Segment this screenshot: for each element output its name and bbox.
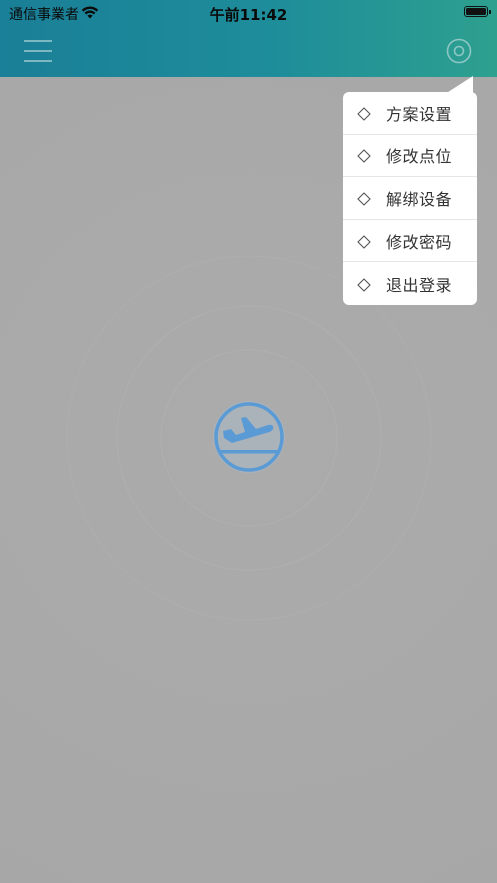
- diamond-icon: [357, 277, 371, 292]
- menu-item-logout[interactable]: 退出登录: [343, 262, 477, 305]
- battery-icon: [464, 6, 491, 17]
- dropdown-menu: 方案设置 修改点位 解绑设备 修改密码 退出登录: [343, 92, 477, 305]
- circle-target-icon[interactable]: [445, 37, 473, 65]
- menu-item-change-password[interactable]: 修改密码: [343, 220, 477, 263]
- menu-item-label: 修改点位: [386, 147, 453, 167]
- diamond-icon: [357, 106, 371, 121]
- status-bar: 通信事業者 午前11:42: [0, 0, 497, 26]
- menu-item-label: 方案设置: [386, 104, 453, 124]
- airplane-takeoff-icon[interactable]: [210, 398, 288, 476]
- hamburger-menu-icon[interactable]: [22, 37, 54, 65]
- menu-item-label: 修改密码: [386, 232, 453, 252]
- diamond-icon: [357, 234, 371, 249]
- menu-item-edit-point[interactable]: 修改点位: [343, 135, 477, 178]
- menu-item-label: 退出登录: [386, 275, 453, 295]
- status-time: 午前11:42: [209, 6, 288, 24]
- diamond-icon: [357, 148, 371, 164]
- diamond-icon: [357, 191, 371, 206]
- menu-item-plan-settings[interactable]: 方案设置: [343, 92, 477, 135]
- app-header: 通信事業者 午前11:42: [0, 0, 497, 77]
- menu-item-unbind-device[interactable]: 解绑设备: [343, 177, 477, 220]
- menu-item-label: 解绑设备: [386, 189, 453, 209]
